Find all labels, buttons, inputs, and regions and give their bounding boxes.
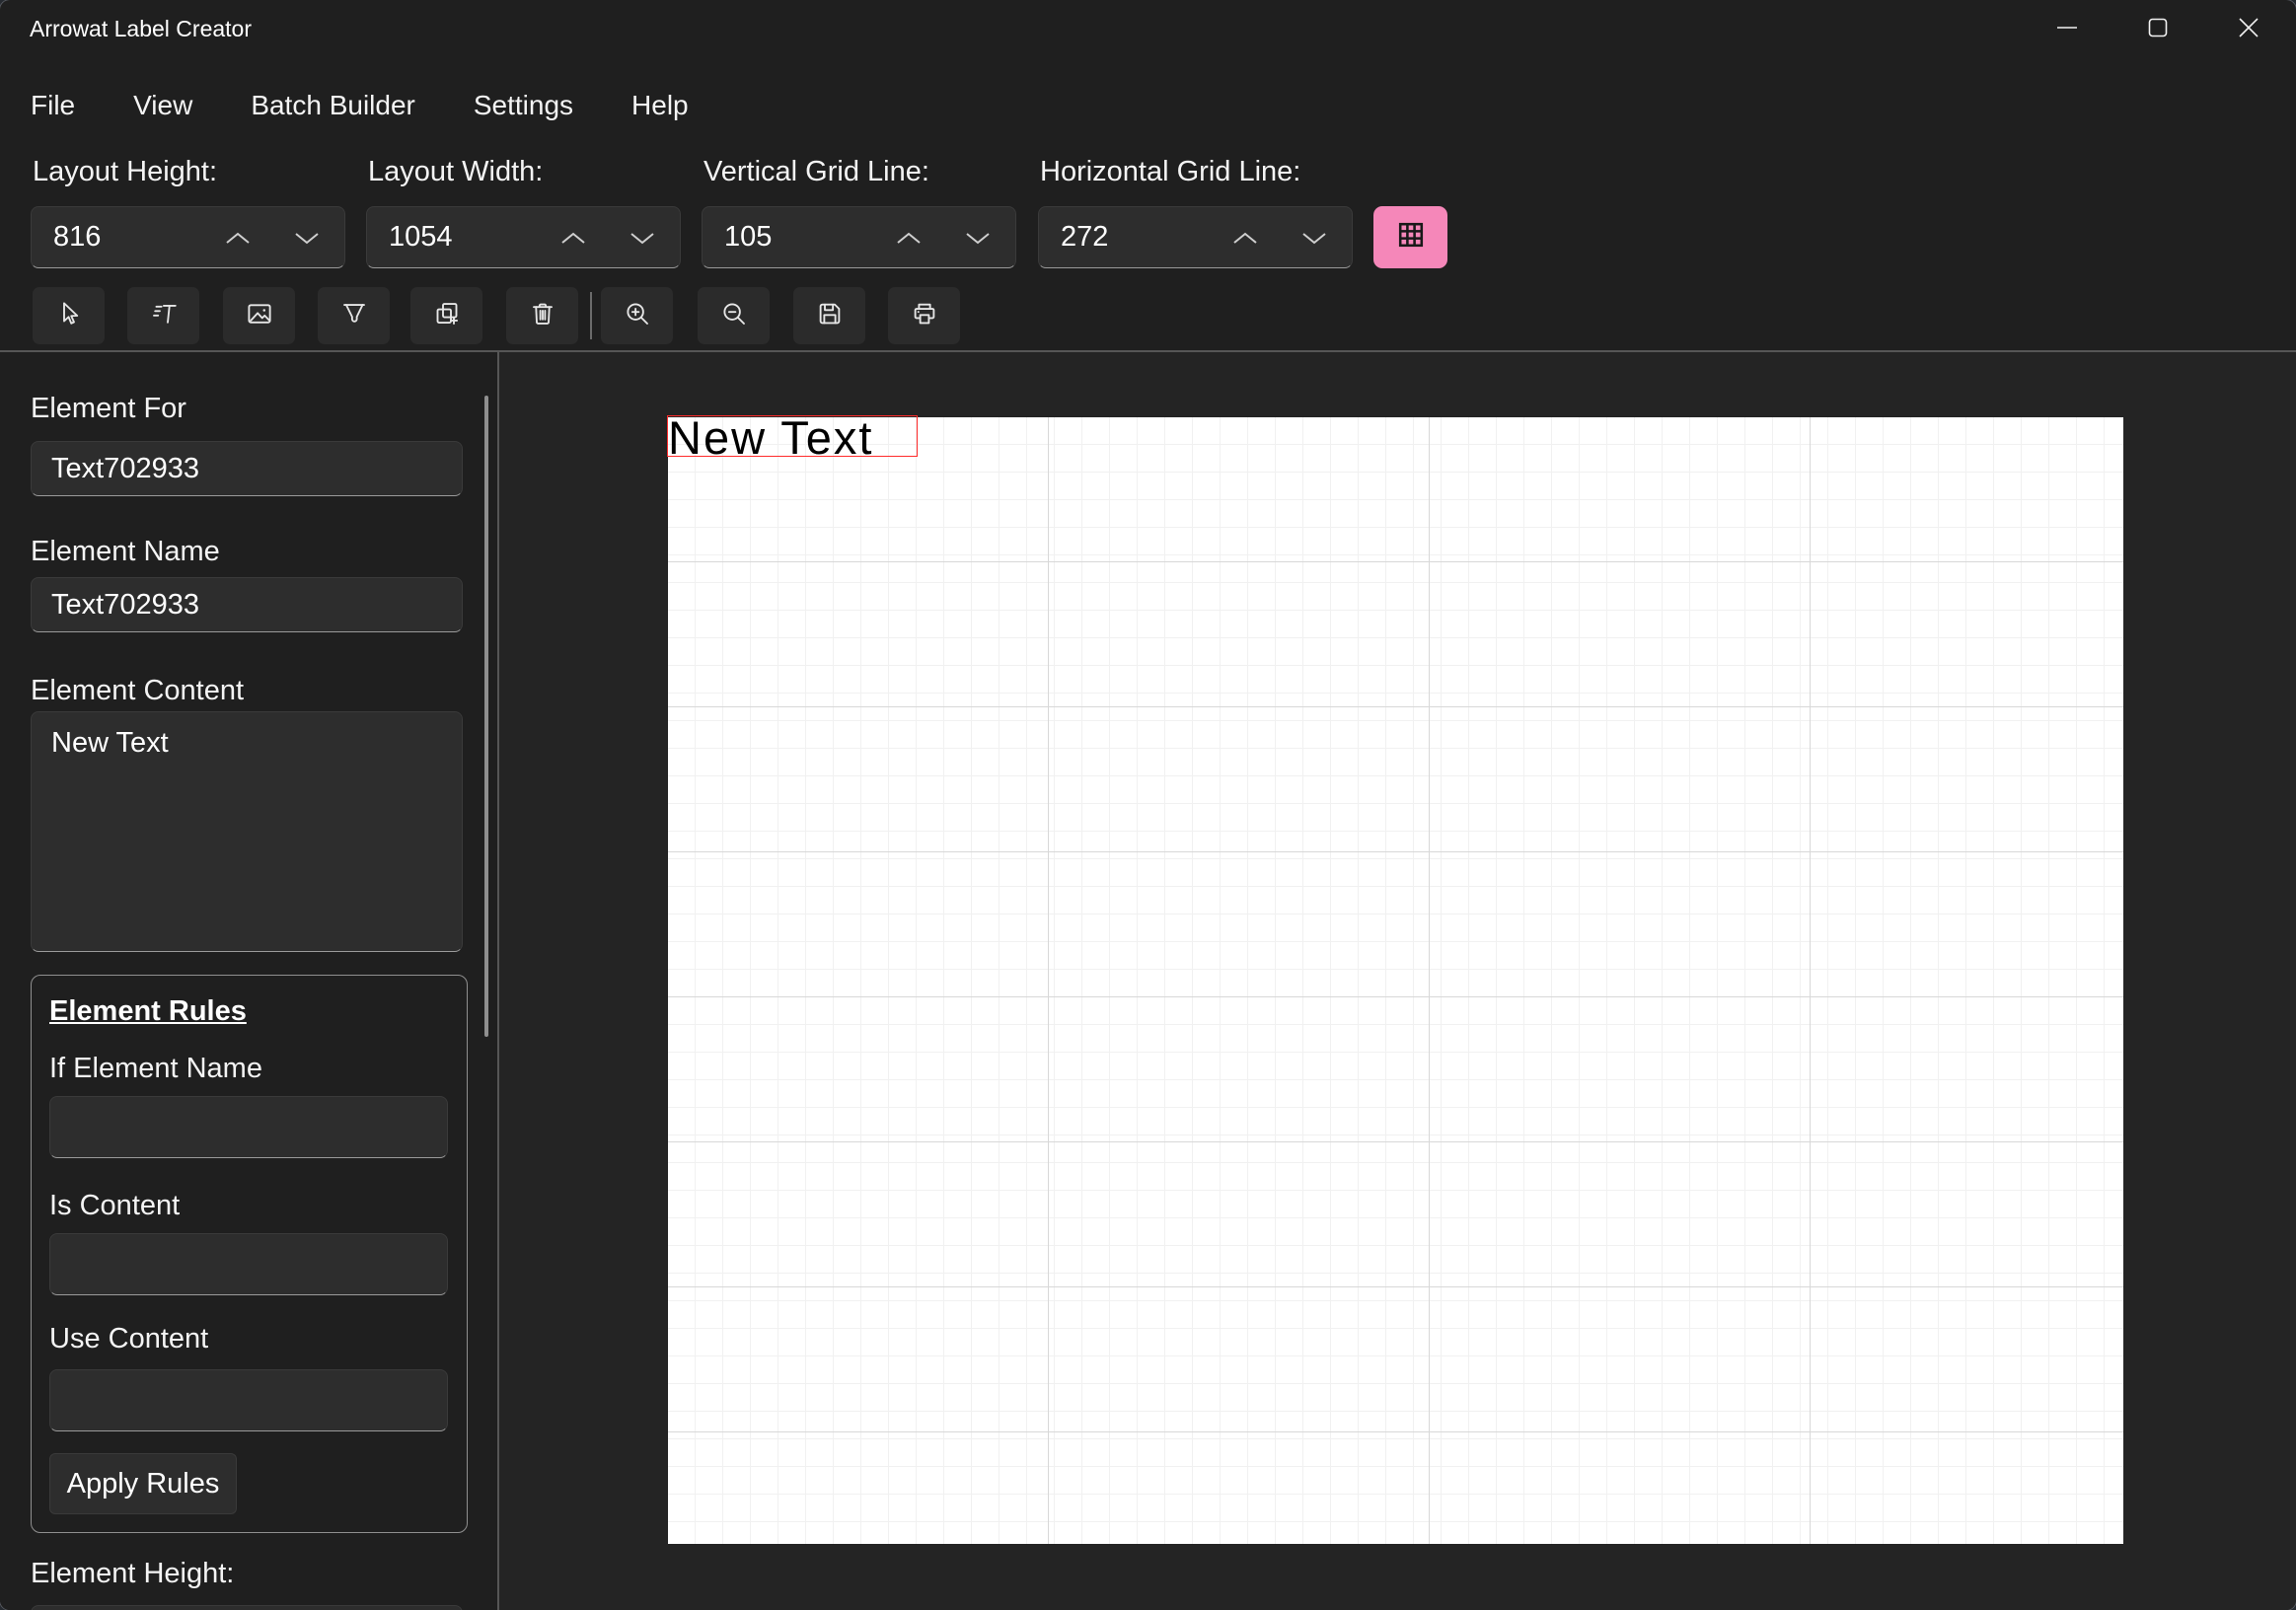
menu-batch-builder[interactable]: Batch Builder xyxy=(251,90,415,121)
chevron-down-icon[interactable] xyxy=(963,230,993,247)
menu-help[interactable]: Help xyxy=(631,90,689,121)
maximize-icon xyxy=(2147,17,2169,43)
element-name-input[interactable] xyxy=(31,577,463,632)
window-title: Arrowat Label Creator xyxy=(30,16,252,41)
layout-height-label: Layout Height: xyxy=(33,156,218,187)
element-content-textarea[interactable]: New Text xyxy=(31,711,463,952)
duplicate-tool-button[interactable] xyxy=(410,287,482,344)
zoom-in-icon xyxy=(623,299,652,333)
layout-width-spinbox[interactable]: 1054 xyxy=(366,206,681,268)
use-content-label: Use Content xyxy=(49,1323,209,1354)
save-button[interactable] xyxy=(793,287,865,344)
element-rules-panel: Element Rules If Element Name Is Content… xyxy=(31,975,468,1533)
close-icon xyxy=(2238,17,2259,43)
cursor-icon xyxy=(54,299,84,333)
vertical-grid-line-label: Vertical Grid Line: xyxy=(704,156,929,187)
chevron-up-icon[interactable] xyxy=(894,230,924,247)
canvas-text-element[interactable]: New Text xyxy=(667,414,918,461)
horizontal-grid-line-value[interactable]: 272 xyxy=(1061,221,1108,254)
menubar: File View Batch Builder Settings Help xyxy=(31,90,689,121)
if-element-name-label: If Element Name xyxy=(49,1053,262,1084)
element-height-input[interactable] xyxy=(31,1605,463,1610)
funnel-tool-button[interactable] xyxy=(318,287,390,344)
zoom-out-button[interactable] xyxy=(698,287,770,344)
layout-width-label: Layout Width: xyxy=(368,156,544,187)
print-icon xyxy=(910,299,939,333)
chevron-down-icon[interactable] xyxy=(1299,230,1329,247)
element-for-input[interactable] xyxy=(31,441,463,496)
element-rules-heading: Element Rules xyxy=(49,995,247,1027)
select-tool-button[interactable] xyxy=(33,287,105,344)
use-content-input[interactable] xyxy=(49,1369,448,1431)
vertical-grid-line-spinbox[interactable]: 105 xyxy=(702,206,1016,268)
chevron-down-icon[interactable] xyxy=(292,230,322,247)
apply-rules-button[interactable]: Apply Rules xyxy=(49,1453,237,1514)
grid-icon xyxy=(1393,217,1429,257)
chevron-up-icon[interactable] xyxy=(558,230,588,247)
menu-settings[interactable]: Settings xyxy=(474,90,573,121)
save-icon xyxy=(815,299,845,333)
layout-width-value[interactable]: 1054 xyxy=(389,221,453,254)
text-tool-button[interactable] xyxy=(127,287,199,344)
maximize-button[interactable] xyxy=(2112,0,2203,59)
app-window: Arrowat Label Creator File View Batch Bu… xyxy=(0,0,2296,1610)
image-tool-button[interactable] xyxy=(223,287,295,344)
canvas-pane: New Text xyxy=(499,352,2296,1610)
chevron-down-icon[interactable] xyxy=(628,230,657,247)
sidebar-scrollbar[interactable] xyxy=(484,396,488,1037)
zoom-in-button[interactable] xyxy=(601,287,673,344)
caption-buttons xyxy=(2022,0,2294,59)
is-content-input[interactable] xyxy=(49,1233,448,1295)
grid-toggle-button[interactable] xyxy=(1373,206,1447,268)
funnel-icon xyxy=(339,299,369,333)
vertical-grid-line-value[interactable]: 105 xyxy=(724,221,772,254)
element-for-label: Element For xyxy=(31,393,186,424)
titlebar: Arrowat Label Creator xyxy=(0,0,2296,59)
minimize-icon xyxy=(2056,17,2078,43)
image-icon xyxy=(245,299,274,333)
horizontal-grid-line-label: Horizontal Grid Line: xyxy=(1040,156,1301,187)
trash-icon xyxy=(528,299,557,333)
chevron-up-icon[interactable] xyxy=(223,230,253,247)
layout-height-value[interactable]: 816 xyxy=(53,221,101,254)
close-button[interactable] xyxy=(2203,0,2294,59)
duplicate-icon xyxy=(432,299,462,333)
element-height-label: Element Height: xyxy=(31,1558,235,1589)
text-icon xyxy=(149,299,179,333)
menu-view[interactable]: View xyxy=(133,90,192,121)
zoom-out-icon xyxy=(719,299,749,333)
element-content-label: Element Content xyxy=(31,675,245,706)
minimize-button[interactable] xyxy=(2022,0,2112,59)
print-button[interactable] xyxy=(888,287,960,344)
delete-tool-button[interactable] xyxy=(506,287,578,344)
is-content-label: Is Content xyxy=(49,1190,181,1221)
horizontal-grid-line-spinbox[interactable]: 272 xyxy=(1038,206,1353,268)
if-element-name-input[interactable] xyxy=(49,1096,448,1158)
element-name-label: Element Name xyxy=(31,536,220,567)
chevron-up-icon[interactable] xyxy=(1230,230,1260,247)
properties-sidebar: Element For Element Name Element Content… xyxy=(0,352,497,1610)
menu-file[interactable]: File xyxy=(31,90,75,121)
layout-height-spinbox[interactable]: 816 xyxy=(31,206,345,268)
label-canvas[interactable]: New Text xyxy=(667,414,2123,1544)
toolbar-divider xyxy=(590,292,592,339)
